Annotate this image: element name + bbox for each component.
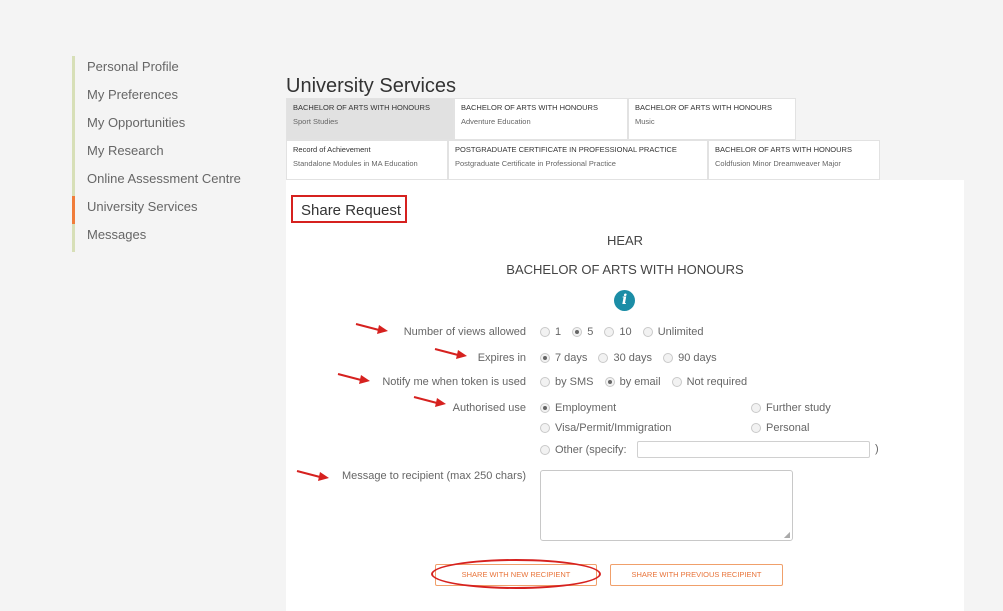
notify-option-not-required[interactable]: Not required	[671, 376, 748, 388]
views-radio-group: 1 5 10 Unlimited	[540, 326, 712, 340]
option-label: 1	[555, 326, 562, 338]
radio-icon	[540, 377, 550, 387]
resize-grip-icon[interactable]: ◢	[784, 530, 790, 539]
radio-icon	[604, 327, 615, 337]
radio-selected-icon	[540, 403, 550, 413]
option-label: 7 days	[555, 352, 588, 364]
use-option-visa[interactable]: Visa/Permit/Immigration	[540, 422, 672, 434]
radio-icon	[598, 353, 609, 363]
radio-icon	[751, 423, 761, 433]
notify-option-email[interactable]: by email	[604, 376, 661, 388]
notify-radio-group: by SMS by email Not required	[540, 376, 755, 390]
radio-selected-icon	[540, 353, 550, 363]
option-label: Further study	[766, 402, 831, 414]
radio-icon	[671, 377, 682, 387]
notify-option-sms[interactable]: by SMS	[540, 376, 594, 388]
option-label: Employment	[555, 402, 617, 414]
sidebar-nav: Personal Profile My Preferences My Oppor…	[72, 56, 252, 252]
message-textarea[interactable]: ◢	[540, 470, 793, 541]
tab-title: BACHELOR OF ARTS WITH HONOURS	[461, 103, 598, 112]
tab-ba-music[interactable]: BACHELOR OF ARTS WITH HONOURS Music	[628, 98, 796, 140]
expires-label: Expires in	[477, 352, 526, 364]
tab-record-of-achievement[interactable]: Record of Achievement Standalone Modules…	[286, 140, 448, 180]
tab-title: POSTGRADUATE CERTIFICATE IN PROFESSIONAL…	[455, 145, 677, 154]
expires-option-30-days[interactable]: 30 days	[598, 352, 652, 364]
annotation-arrow-icon	[296, 470, 329, 481]
tab-title: Record of Achievement	[293, 145, 371, 154]
option-label: 10	[619, 326, 632, 338]
annotation-arrow-icon	[413, 396, 446, 407]
annotation-arrow-icon	[434, 348, 467, 359]
tab-subtitle: Adventure Education	[461, 117, 531, 126]
tab-subtitle: Sport Studies	[293, 117, 339, 126]
sidebar-item-my-preferences[interactable]: My Preferences	[72, 84, 252, 112]
option-label: Visa/Permit/Immigration	[555, 422, 672, 434]
page-title: University Services	[286, 75, 457, 98]
tab-title: BACHELOR OF ARTS WITH HONOURS	[635, 103, 772, 112]
hear-heading: HEAR	[606, 233, 644, 248]
radio-icon	[663, 353, 674, 363]
use-option-other[interactable]: Other (specify:	[540, 444, 627, 456]
radio-icon	[540, 445, 550, 455]
option-label: by SMS	[555, 376, 594, 388]
share-request-title: Share Request	[291, 195, 407, 223]
sidebar-item-my-opportunities[interactable]: My Opportunities	[72, 112, 252, 140]
option-label: 5	[587, 326, 594, 338]
radio-icon	[751, 403, 761, 413]
views-option-10[interactable]: 10	[604, 326, 632, 338]
option-label: Unlimited	[657, 326, 704, 338]
use-option-personal[interactable]: Personal	[751, 422, 809, 434]
expires-option-7-days[interactable]: 7 days	[540, 352, 587, 364]
views-option-5[interactable]: 5	[572, 326, 593, 338]
other-specify-input[interactable]	[637, 441, 870, 458]
annotation-arrow-icon	[337, 373, 370, 384]
tab-subtitle: Music	[635, 117, 655, 126]
radio-icon	[540, 423, 550, 433]
use-option-further-study[interactable]: Further study	[751, 402, 831, 414]
notify-label: Notify me when token is used	[382, 376, 526, 388]
sidebar-item-messages[interactable]: Messages	[72, 224, 252, 252]
option-label: Not required	[686, 376, 748, 388]
radio-selected-icon	[572, 327, 583, 337]
option-label: Other (specify:	[555, 444, 627, 456]
radio-icon	[540, 327, 550, 337]
share-previous-recipient-button[interactable]: Share with previous recipient	[610, 564, 783, 586]
option-label: Personal	[766, 422, 810, 434]
message-label: Message to recipient (max 250 chars)	[341, 470, 526, 482]
use-option-employment[interactable]: Employment	[540, 402, 616, 414]
expires-radio-group: 7 days 30 days 90 days	[540, 352, 725, 366]
tab-title: BACHELOR OF ARTS WITH HONOURS	[293, 103, 430, 112]
option-label: 90 days	[678, 352, 717, 364]
views-option-1[interactable]: 1	[540, 326, 561, 338]
radio-selected-icon	[604, 377, 615, 387]
option-label: 30 days	[613, 352, 653, 364]
close-paren: )	[875, 443, 879, 455]
radio-icon	[642, 327, 653, 337]
option-label: by email	[619, 376, 661, 388]
authorised-use-label: Authorised use	[452, 402, 526, 414]
views-option-unlimited[interactable]: Unlimited	[642, 326, 704, 338]
tab-subtitle: Coldfusion Minor Dreamweaver Major	[715, 159, 841, 168]
sidebar-item-personal-profile[interactable]: Personal Profile	[72, 56, 252, 84]
tab-ba-sport-studies[interactable]: BACHELOR OF ARTS WITH HONOURS Sport Stud…	[286, 98, 454, 140]
sidebar-item-university-services[interactable]: University Services	[72, 196, 252, 224]
sidebar-item-online-assessment-centre[interactable]: Online Assessment Centre	[72, 168, 252, 196]
tab-ba-coldfusion[interactable]: BACHELOR OF ARTS WITH HONOURS Coldfusion…	[708, 140, 880, 180]
annotation-arrow-icon	[355, 323, 388, 334]
views-label: Number of views allowed	[403, 326, 526, 338]
tab-subtitle: Standalone Modules in MA Education	[293, 159, 418, 168]
tab-title: BACHELOR OF ARTS WITH HONOURS	[715, 145, 852, 154]
info-icon[interactable]: i	[614, 290, 635, 311]
annotation-ellipse	[431, 559, 601, 589]
tab-ba-adventure-education[interactable]: BACHELOR OF ARTS WITH HONOURS Adventure …	[454, 98, 628, 140]
expires-option-90-days[interactable]: 90 days	[663, 352, 717, 364]
tab-pgcert-professional-practice[interactable]: POSTGRADUATE CERTIFICATE IN PROFESSIONAL…	[448, 140, 708, 180]
degree-heading: BACHELOR OF ARTS WITH HONOURS	[506, 262, 744, 277]
share-request-panel: Share Request HEAR BACHELOR OF ARTS WITH…	[286, 180, 964, 611]
tab-subtitle: Postgraduate Certificate in Professional…	[455, 159, 616, 168]
sidebar-item-my-research[interactable]: My Research	[72, 140, 252, 168]
